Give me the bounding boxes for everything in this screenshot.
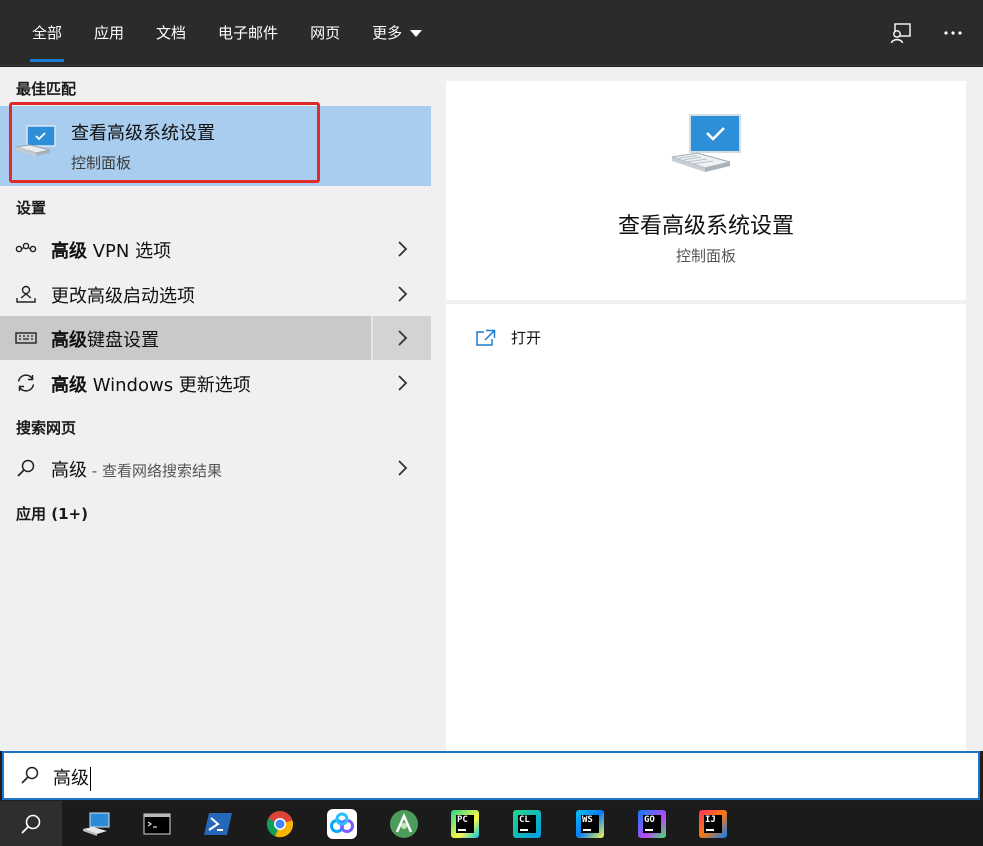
tab-all[interactable]: 全部: [16, 0, 78, 66]
open-external-icon: [476, 329, 496, 346]
this-pc-icon[interactable]: [80, 808, 112, 840]
webstorm-label: WS: [581, 815, 599, 833]
tab-web[interactable]: 网页: [294, 0, 356, 66]
match-text: 高级: [51, 241, 87, 262]
tab-apps[interactable]: 应用: [78, 0, 140, 66]
open-label: 打开: [511, 329, 542, 347]
chrome-icon[interactable]: [264, 808, 296, 840]
chevron-right-icon[interactable]: [395, 373, 409, 393]
item-text: Windows 更新选项: [87, 375, 251, 396]
computer-settings-icon: [670, 112, 744, 186]
tab-label: 更多: [372, 24, 403, 42]
settings-item-label: 高级 Windows 更新选项: [51, 371, 251, 397]
web-search-suffix: - 查看网络搜索结果: [87, 462, 222, 480]
chevron-right-icon[interactable]: [395, 328, 409, 348]
tab-label: 文档: [156, 24, 187, 42]
detail-actions: [446, 304, 966, 751]
tab-email[interactable]: 电子邮件: [202, 0, 294, 66]
open-button[interactable]: 打开: [475, 327, 541, 348]
settings-item-label: 更改高级启动选项: [51, 282, 195, 308]
settings-item-vpn[interactable]: 高级 VPN 选项: [0, 227, 431, 271]
settings-item-label: 高级 VPN 选项: [51, 237, 171, 263]
chevron-right-icon[interactable]: [395, 239, 409, 259]
tab-label: 网页: [310, 24, 341, 42]
command-prompt-icon[interactable]: [141, 808, 173, 840]
more-options-icon[interactable]: [941, 21, 965, 45]
taskbar-search-button[interactable]: [0, 801, 62, 846]
clion-icon[interactable]: CL: [511, 808, 543, 840]
settings-item-label: 高级键盘设置: [51, 326, 159, 352]
tab-more[interactable]: 更多: [356, 0, 438, 66]
goland-icon[interactable]: GO: [636, 808, 668, 840]
chevron-right-icon[interactable]: [395, 284, 409, 304]
settings-item-keyboard[interactable]: 高级键盘设置: [0, 316, 431, 360]
keyboard-icon: [14, 327, 38, 349]
item-text: VPN 选项: [87, 241, 172, 262]
tab-label: 全部: [32, 24, 63, 42]
goland-label: GO: [643, 815, 661, 833]
detail-subtitle: 控制面板: [675, 247, 736, 265]
search-icon: [14, 457, 38, 479]
section-apps[interactable]: 应用 (1+): [16, 503, 88, 524]
clion-label: CL: [518, 815, 536, 833]
powershell-icon[interactable]: [202, 808, 234, 840]
feedback-icon[interactable]: [889, 21, 913, 45]
chevron-right-icon[interactable]: [395, 458, 409, 478]
search-input[interactable]: 高级: [2, 751, 980, 800]
text-cursor: [90, 767, 91, 791]
settings-item-windows-update[interactable]: 高级 Windows 更新选项: [0, 361, 431, 405]
web-search-item[interactable]: 高级 - 查看网络搜索结果: [0, 446, 431, 490]
tab-documents[interactable]: 文档: [140, 0, 202, 66]
detail-title: 查看高级系统设置: [617, 214, 794, 239]
chevron-down-icon: [410, 29, 423, 37]
section-best-match: 最佳匹配: [16, 80, 77, 98]
results-panel: 最佳匹配 查看高级系统设置 控制面板 设置 高级 VPN 选项 更改高级启动选项: [0, 67, 431, 751]
update-icon: [14, 372, 38, 394]
pycharm-icon[interactable]: PC: [449, 808, 481, 840]
filter-tabs: 全部 应用 文档 电子邮件 网页 更多: [16, 0, 438, 66]
android-studio-icon[interactable]: [388, 808, 420, 840]
computer-settings-icon: [14, 123, 58, 163]
best-match-subtitle: 控制面板: [71, 154, 132, 172]
item-text: 更改高级启动选项: [51, 286, 195, 307]
match-text: 高级: [51, 330, 87, 351]
search-text[interactable]: 高级: [53, 764, 91, 791]
section-web: 搜索网页: [16, 419, 77, 437]
search-icon: [21, 766, 39, 784]
best-match-title: 查看高级系统设置: [71, 123, 215, 144]
item-text: 键盘设置: [87, 330, 159, 351]
section-settings: 设置: [16, 199, 47, 217]
tab-label: 电子邮件: [218, 24, 279, 42]
web-search-label: 高级 - 查看网络搜索结果: [51, 456, 222, 482]
webstorm-icon[interactable]: WS: [574, 808, 606, 840]
tab-label: 应用: [94, 24, 125, 42]
search-value: 高级: [53, 768, 89, 789]
vpn-icon: [14, 238, 38, 260]
top-right-actions: [889, 0, 965, 66]
baidu-netdisk-icon[interactable]: [326, 808, 358, 840]
match-text: 高级: [51, 375, 87, 396]
pycharm-label: PC: [456, 815, 474, 833]
startup-icon: [14, 283, 38, 305]
query-text: 高级: [51, 460, 87, 481]
search-icon: [21, 814, 41, 834]
intellij-idea-icon[interactable]: IJ: [697, 808, 729, 840]
search-filter-bar: 全部 应用 文档 电子邮件 网页 更多: [0, 0, 983, 66]
taskbar: PC CL WS GO IJ: [0, 801, 983, 846]
idea-label: IJ: [704, 815, 722, 833]
settings-item-startup[interactable]: 更改高级启动选项: [0, 272, 431, 316]
